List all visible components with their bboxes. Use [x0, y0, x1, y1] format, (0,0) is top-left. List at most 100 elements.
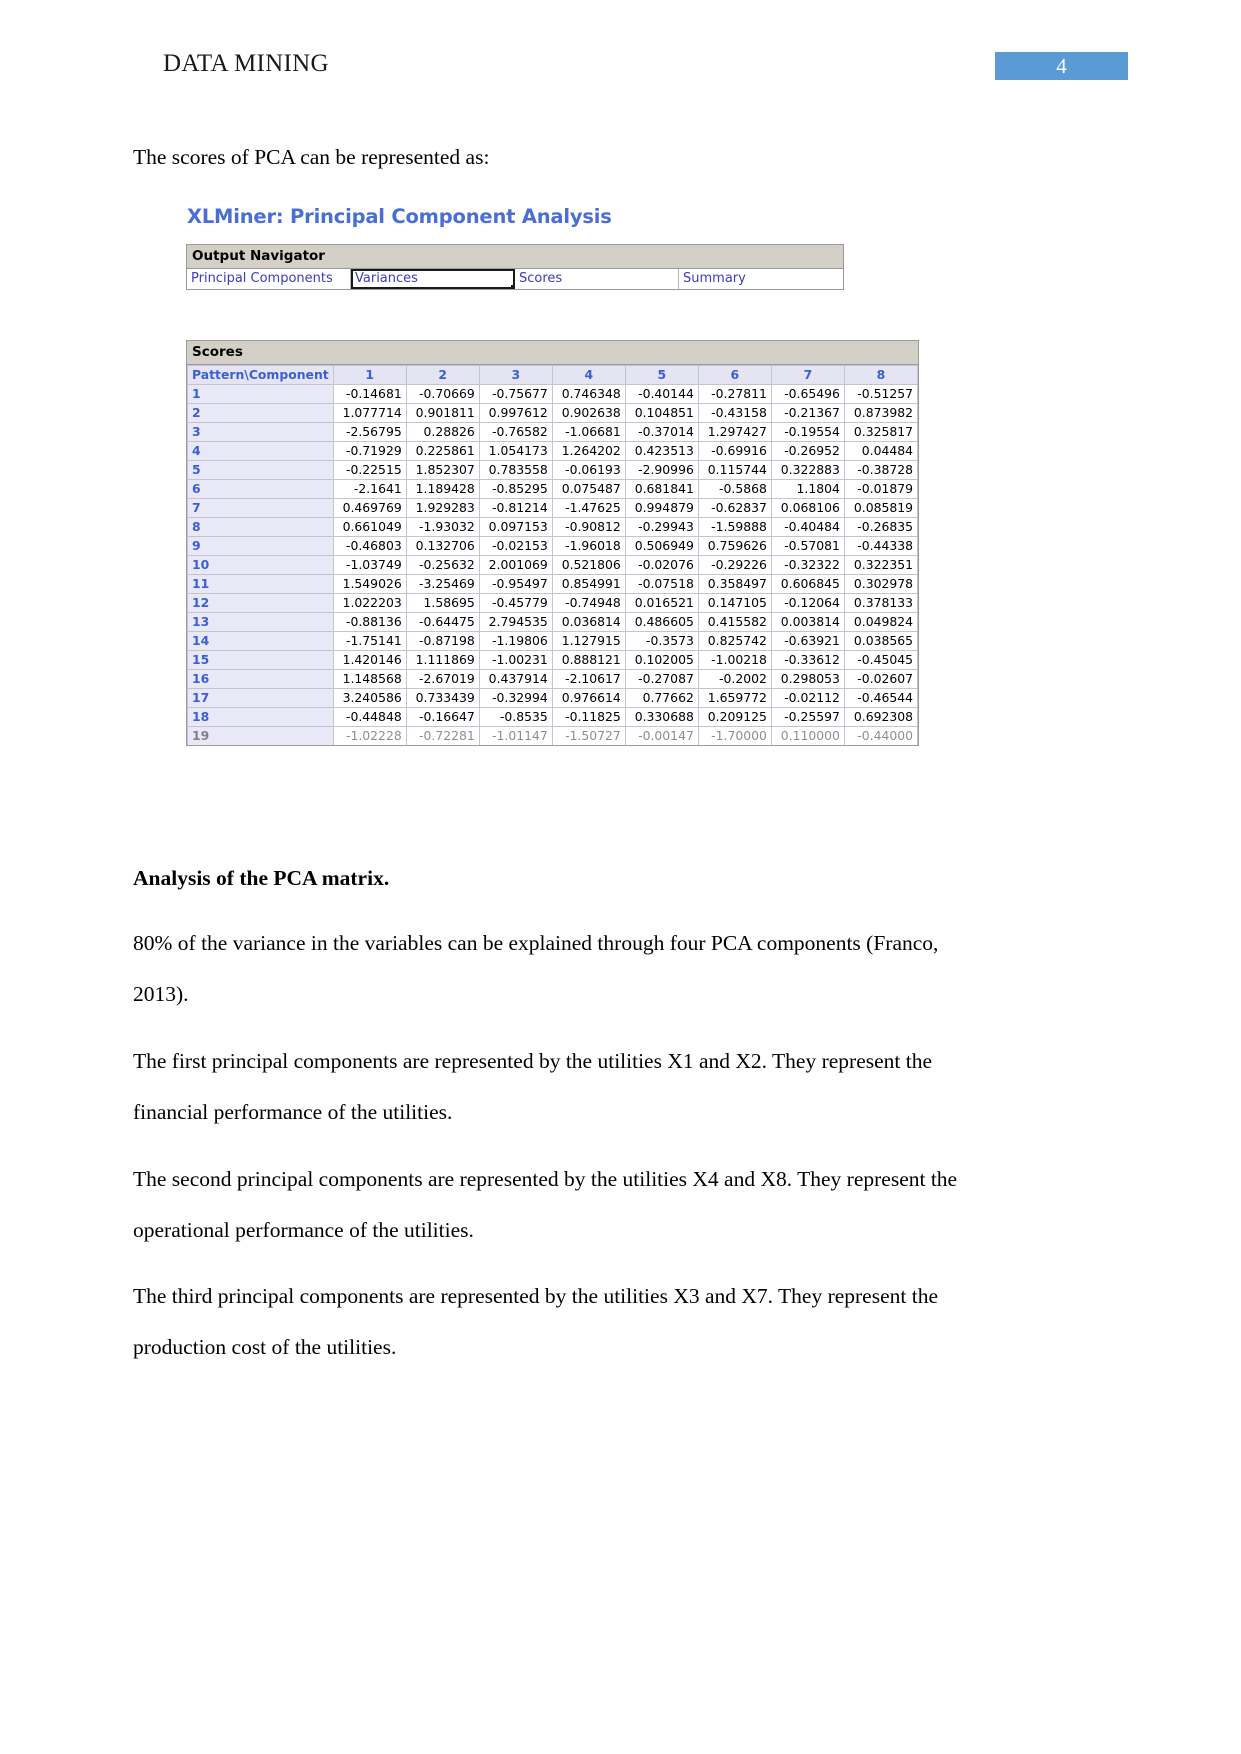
scores-cell: -0.87198	[405, 631, 480, 651]
analysis-heading: Analysis of the PCA matrix.	[133, 866, 390, 890]
scores-cell: 0.28826	[405, 422, 480, 442]
scores-cell: -0.26952	[770, 441, 845, 461]
scores-cell: -0.57081	[770, 536, 845, 556]
scores-cell: 0.358497	[697, 574, 772, 594]
scores-column-header-4: 4	[551, 365, 626, 385]
scores-cell: 0.901811	[405, 403, 480, 423]
scores-cell: -0.2002	[697, 669, 772, 689]
scores-row-label: 2	[187, 403, 334, 423]
scores-cell: 0.469769	[332, 498, 407, 518]
scores-cell: -0.38728	[843, 460, 918, 480]
scores-cell: -1.70000	[697, 726, 772, 745]
scores-row-label: 15	[187, 650, 334, 670]
scores-cell: 0.437914	[478, 669, 553, 689]
scores-cell: 0.085819	[843, 498, 918, 518]
scores-cell: 1.549026	[332, 574, 407, 594]
scores-cell: 0.415582	[697, 612, 772, 632]
scores-cell: 0.486605	[624, 612, 699, 632]
scores-row-label: 17	[187, 688, 334, 708]
scores-cell: 0.378133	[843, 593, 918, 613]
table-row: 16 1.148568 -2.67019 0.437914 -2.10617 -0.270…	[187, 669, 918, 689]
scores-cell: 0.681841	[624, 479, 699, 499]
scores-cell: -0.40144	[624, 384, 699, 404]
scores-cell: -0.32322	[770, 555, 845, 575]
scores-cell: -0.02112	[770, 688, 845, 708]
xlminer-title: XLMiner: Principal Component Analysis	[187, 205, 612, 228]
scores-column-header-3: 3	[478, 365, 553, 385]
table-row: 3 -2.56795 0.28826 -0.76582 -1.06681 -0.37014…	[187, 422, 918, 442]
scores-cell: 0.075487	[551, 479, 626, 499]
scores-column-header-2: 2	[405, 365, 480, 385]
scores-cell: -1.75141	[332, 631, 407, 651]
scores-cell: 1.297427	[697, 422, 772, 442]
output-navigator-links: Principal Components Variances Scores Su…	[187, 269, 843, 290]
scores-cell: 0.04484	[843, 441, 918, 461]
scores-cell: 0.997612	[478, 403, 553, 423]
analysis-paragraph-3: The second principal components are repr…	[133, 1167, 958, 1242]
scores-row-label: 18	[187, 707, 334, 727]
table-row: 6 -2.1641 1.189428 -0.85295 0.075487 0.681841…	[187, 479, 918, 499]
scores-cell: -2.67019	[405, 669, 480, 689]
scores-cell: 0.147105	[697, 593, 772, 613]
scores-cell: 0.102005	[624, 650, 699, 670]
scores-panel-header: Scores	[187, 341, 918, 365]
table-row: 9 -0.46803 0.132706 -0.02153 -1.96018 0.50694…	[187, 536, 918, 556]
scores-cell: -1.00218	[697, 650, 772, 670]
scores-row-label: 4	[187, 441, 334, 461]
scores-cell: 0.759626	[697, 536, 772, 556]
nav-link-summary[interactable]: Summary	[679, 269, 843, 289]
scores-cell: 0.322351	[843, 555, 918, 575]
intro-paragraph: The scores of PCA can be represented as:	[133, 145, 490, 169]
scores-cell: -0.11825	[551, 707, 626, 727]
scores-row-label: 1	[187, 384, 334, 404]
scores-cell: -0.45779	[478, 593, 553, 613]
scores-table-head: Pattern\Component 12345678	[187, 365, 918, 385]
scores-cell: 1.022203	[332, 593, 407, 613]
scores-cell: 0.994879	[624, 498, 699, 518]
scores-cell: -0.33612	[770, 650, 845, 670]
table-row: 14 -1.75141 -0.87198 -1.19806 1.127915 -0.357…	[187, 631, 918, 651]
scores-cell: -0.29943	[624, 517, 699, 537]
table-row: 12 1.022203 1.58695 -0.45779 -0.74948 0.01652…	[187, 593, 918, 613]
scores-row-label: 6	[187, 479, 334, 499]
scores-cell: 1.111869	[405, 650, 480, 670]
scores-cell: -0.43158	[697, 403, 772, 423]
scores-cell: -0.07518	[624, 574, 699, 594]
analysis-paragraph-2: The first principal components are repre…	[133, 1049, 933, 1124]
scores-cell: -1.02228	[332, 726, 407, 745]
scores-cell: -0.76582	[478, 422, 553, 442]
table-row: 17 3.240586 0.733439 -0.32994 0.976614 0.7766…	[187, 688, 918, 708]
scores-cell: -1.47625	[551, 498, 626, 518]
scores-cell: -0.02076	[624, 555, 699, 575]
scores-cell: -0.32994	[478, 688, 553, 708]
scores-cell: -0.29226	[697, 555, 772, 575]
nav-link-scores[interactable]: Scores	[515, 269, 679, 289]
scores-corner-header: Pattern\Component	[187, 365, 334, 385]
scores-cell: 0.661049	[332, 517, 407, 537]
table-row: 11 1.549026 -3.25469 -0.95497 0.854991 -0.075…	[187, 574, 918, 594]
nav-link-variances[interactable]: Variances	[351, 269, 515, 289]
scores-row-label: 16	[187, 669, 334, 689]
scores-cell: -1.59888	[697, 517, 772, 537]
page-header: DATA MINING 4	[0, 50, 1241, 94]
scores-cell: 0.330688	[624, 707, 699, 727]
document-header-title: DATA MINING	[163, 50, 329, 77]
scores-cell: -0.25632	[405, 555, 480, 575]
scores-cell: 0.298053	[770, 669, 845, 689]
scores-cell: 0.115744	[697, 460, 772, 480]
scores-cell: -0.12064	[770, 593, 845, 613]
page-number-badge: 4	[995, 52, 1128, 80]
scores-cell: -0.02607	[843, 669, 918, 689]
scores-cell: 1.852307	[405, 460, 480, 480]
scores-cell: 1.148568	[332, 669, 407, 689]
scores-cell: -2.90996	[624, 460, 699, 480]
scores-column-header-5: 5	[624, 365, 699, 385]
scores-column-header-7: 7	[770, 365, 845, 385]
output-navigator-panel: Output Navigator Principal Components Va…	[186, 244, 844, 290]
analysis-paragraph-1: 80% of the variance in the variables can…	[133, 931, 939, 1006]
scores-cell: 2.794535	[478, 612, 553, 632]
scores-cell: -0.51257	[843, 384, 918, 404]
scores-cell: 1.077714	[332, 403, 407, 423]
scores-table: Pattern\Component 12345678 1 -0.14681 -0.7…	[187, 365, 918, 745]
nav-link-principal-components[interactable]: Principal Components	[187, 269, 351, 289]
